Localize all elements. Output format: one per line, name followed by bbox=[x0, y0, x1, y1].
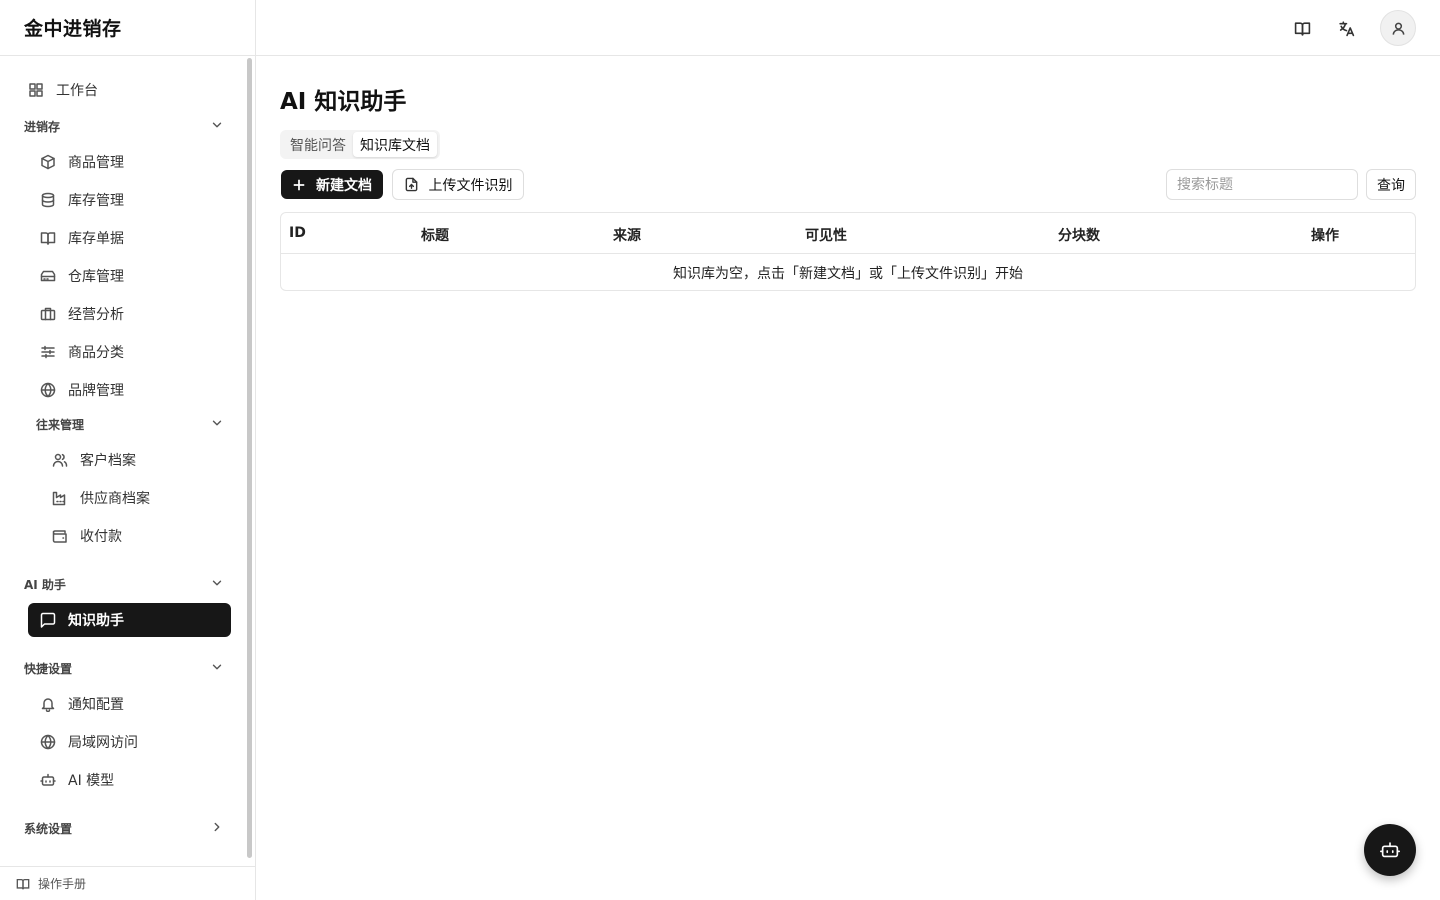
sidebar-item-label: 知识助手 bbox=[68, 613, 124, 629]
globe-icon bbox=[40, 734, 56, 750]
book-open-icon bbox=[16, 877, 38, 891]
upload-file-button[interactable]: 上传文件识别 bbox=[392, 169, 524, 200]
group-wanglai[interactable]: 往来管理 bbox=[36, 410, 224, 438]
chevron-down-icon bbox=[210, 118, 224, 135]
globe-icon bbox=[40, 382, 56, 398]
briefcase-icon bbox=[40, 306, 56, 322]
group-quick[interactable]: 快捷设置 bbox=[24, 654, 224, 682]
book-icon[interactable] bbox=[1286, 12, 1318, 44]
chevron-right-icon bbox=[210, 820, 224, 837]
sidebar: 金中进销存 工作台 进销存 商品管理 库存管理 库存单据 仓库管理 经营分析 商… bbox=[0, 0, 256, 900]
tab-knowledge-docs[interactable]: 知识库文档 bbox=[353, 132, 437, 157]
sidebar-item-analysis[interactable]: 经营分析 bbox=[40, 297, 124, 331]
dashboard-icon bbox=[28, 82, 44, 98]
group-label: 往来管理 bbox=[36, 417, 85, 432]
sidebar-item-brand[interactable]: 品牌管理 bbox=[40, 373, 124, 407]
sidebar-item-warehouse[interactable]: 仓库管理 bbox=[40, 259, 124, 293]
sidebar-item-customers[interactable]: 客户档案 bbox=[52, 443, 136, 477]
sidebar-item-label: 库存单据 bbox=[68, 231, 124, 247]
sidebar-item-label: 商品分类 bbox=[68, 345, 124, 361]
column-header-title: 标题 bbox=[421, 228, 449, 244]
search-input[interactable] bbox=[1166, 169, 1358, 200]
column-header-source: 来源 bbox=[613, 228, 641, 244]
sidebar-item-stock-docs[interactable]: 库存单据 bbox=[40, 221, 124, 255]
column-header-visibility: 可见性 bbox=[805, 228, 847, 244]
table-empty-message: 知识库为空，点击「新建文档」或「上传文件识别」开始 bbox=[673, 265, 1023, 282]
page-title: AI 知识助手 bbox=[280, 89, 407, 115]
plus-icon bbox=[292, 178, 316, 192]
database-icon bbox=[40, 192, 56, 208]
group-label: 进销存 bbox=[24, 119, 61, 134]
bell-icon bbox=[40, 696, 56, 712]
sidebar-item-lan[interactable]: 局域网访问 bbox=[40, 725, 138, 759]
sidebar-item-label: 供应商档案 bbox=[80, 491, 150, 507]
group-label: 系统设置 bbox=[24, 821, 73, 836]
manual-label: 操作手册 bbox=[38, 877, 87, 891]
sidebar-item-products[interactable]: 商品管理 bbox=[40, 145, 124, 179]
sliders-icon bbox=[40, 344, 56, 360]
sidebar-item-label: 经营分析 bbox=[68, 307, 124, 323]
group-label: AI 助手 bbox=[24, 577, 66, 592]
sidebar-item-label: 品牌管理 bbox=[68, 383, 124, 399]
upload-file-label: 上传文件识别 bbox=[428, 177, 513, 194]
group-ai[interactable]: AI 助手 bbox=[24, 570, 224, 598]
group-system[interactable]: 系统设置 bbox=[24, 814, 224, 842]
knowledge-doc-table: ID 标题 来源 可见性 分块数 操作 知识库为空，点击「新建文档」或「上传文件… bbox=[280, 212, 1416, 291]
sidebar-item-label: 收付款 bbox=[80, 529, 122, 545]
brand-title: 金中进销存 bbox=[0, 0, 255, 56]
users-icon bbox=[52, 452, 68, 468]
group-label: 快捷设置 bbox=[24, 661, 73, 676]
sidebar-scrollbar[interactable] bbox=[247, 58, 252, 858]
column-header-actions: 操作 bbox=[1311, 228, 1339, 244]
tab-list: 智能问答 知识库文档 bbox=[280, 130, 440, 159]
sidebar-nav: 工作台 进销存 商品管理 库存管理 库存单据 仓库管理 经营分析 商品分类 品牌… bbox=[0, 56, 256, 866]
column-header-chunks: 分块数 bbox=[1058, 228, 1100, 244]
package-icon bbox=[40, 154, 56, 170]
warehouse-icon bbox=[40, 268, 56, 284]
sidebar-item-label: 客户档案 bbox=[80, 453, 136, 469]
factory-icon bbox=[52, 490, 68, 506]
new-document-button[interactable]: 新建文档 bbox=[281, 170, 383, 199]
user-icon bbox=[1391, 21, 1406, 36]
sidebar-item-payments[interactable]: 收付款 bbox=[52, 519, 122, 553]
column-header-id: ID bbox=[289, 225, 306, 241]
book-open-icon bbox=[40, 230, 56, 246]
sidebar-item-label: 通知配置 bbox=[68, 697, 124, 713]
table-header: ID 标题 来源 可见性 分块数 操作 bbox=[281, 213, 1415, 254]
bot-icon bbox=[40, 772, 56, 788]
new-document-label: 新建文档 bbox=[316, 177, 372, 194]
query-button[interactable]: 查询 bbox=[1366, 169, 1416, 200]
sidebar-item-workbench[interactable]: 工作台 bbox=[28, 73, 98, 107]
topbar bbox=[256, 0, 1440, 56]
ai-assistant-fab[interactable] bbox=[1364, 824, 1416, 876]
sidebar-item-notify[interactable]: 通知配置 bbox=[40, 687, 124, 721]
sidebar-item-knowledge[interactable]: 知识助手 bbox=[28, 603, 231, 637]
query-label: 查询 bbox=[1377, 177, 1405, 194]
chevron-down-icon bbox=[210, 660, 224, 677]
sidebar-item-label: 工作台 bbox=[56, 83, 98, 99]
sidebar-item-label: 局域网访问 bbox=[68, 735, 138, 751]
group-jxc[interactable]: 进销存 bbox=[24, 112, 224, 140]
message-square-icon bbox=[40, 612, 56, 628]
sidebar-item-label: AI 模型 bbox=[68, 773, 115, 789]
chevron-down-icon bbox=[210, 576, 224, 593]
sidebar-item-inventory[interactable]: 库存管理 bbox=[40, 183, 124, 217]
sidebar-item-ai-model[interactable]: AI 模型 bbox=[40, 763, 114, 797]
file-upload-icon bbox=[404, 177, 429, 192]
user-avatar[interactable] bbox=[1380, 10, 1416, 46]
sidebar-item-category[interactable]: 商品分类 bbox=[40, 335, 124, 369]
sidebar-item-suppliers[interactable]: 供应商档案 bbox=[52, 481, 150, 515]
sidebar-item-label: 商品管理 bbox=[68, 155, 124, 171]
translate-icon[interactable] bbox=[1330, 12, 1362, 44]
chevron-down-icon bbox=[210, 416, 224, 433]
sidebar-item-label: 仓库管理 bbox=[68, 269, 124, 285]
manual-link[interactable]: 操作手册 bbox=[0, 866, 256, 900]
wallet-icon bbox=[52, 528, 68, 544]
sidebar-item-label: 库存管理 bbox=[68, 193, 124, 209]
bot-icon bbox=[1379, 839, 1401, 861]
tab-qa[interactable]: 智能问答 bbox=[283, 132, 353, 157]
